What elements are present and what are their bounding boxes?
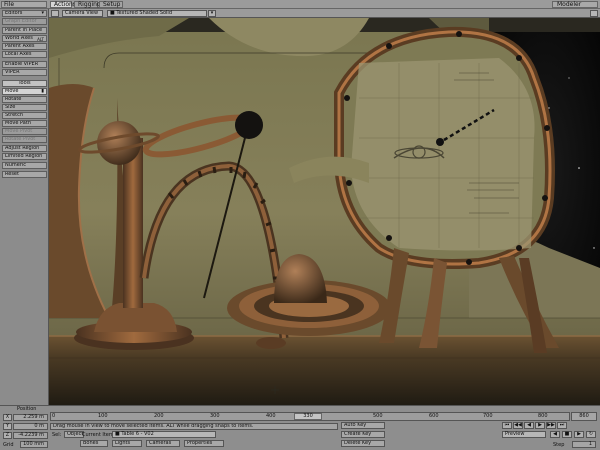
tools-header: Tools [2, 80, 47, 87]
parent-axes-button[interactable]: Parent Axes [2, 43, 47, 50]
cameras-mode-button[interactable]: Cameras [146, 440, 180, 447]
render-style-label: Textured Shaded Solid [116, 10, 172, 16]
rotate-pivot-button[interactable]: Rotate Pivot [2, 136, 47, 143]
step-label: Step [553, 442, 565, 448]
delete-key-button[interactable]: Delete Key [341, 440, 385, 447]
timeline-tick: 500 [373, 413, 383, 419]
move-pivot-button[interactable]: Move Pivot [2, 128, 47, 135]
timeline-tick: 700 [483, 413, 493, 419]
current-item-label: Current Item [82, 432, 114, 438]
current-item-value: Table 6 - V02 [121, 431, 154, 437]
timeline-tick: 800 [538, 413, 548, 419]
previous-key-icon[interactable]: ◀◀ [513, 422, 523, 429]
top-bar: File Actions Rigging Setup Modeler [0, 0, 600, 9]
local-axes-button[interactable]: Local Axes [2, 51, 47, 58]
selection-label: Sel: [52, 432, 62, 438]
move-tool-button[interactable]: Move ▮ [2, 88, 47, 95]
parent-in-place-button[interactable]: Parent in Place [2, 27, 47, 34]
play-reverse-icon[interactable]: ◀ [550, 431, 560, 438]
current-item-select[interactable]: ■ Table 6 - V02 [112, 431, 216, 438]
timeline-tick: 300 [210, 413, 220, 419]
timeline-tick: 400 [266, 413, 276, 419]
move-label: Move [5, 88, 19, 94]
timeline-tick: 100 [98, 413, 108, 419]
last-frame-icon[interactable]: ⏭ [557, 422, 567, 429]
y-axis-toggle[interactable]: Y [3, 423, 12, 430]
world-axes-label: World Axes [5, 35, 33, 41]
tab-actions[interactable]: Actions [50, 1, 76, 8]
move-path-button[interactable]: Move Path [2, 120, 47, 127]
camera-viewport[interactable] [49, 18, 600, 407]
modeler-button[interactable]: Modeler [552, 1, 598, 8]
rotate-tool-button[interactable]: Rotate [2, 96, 47, 103]
x-position-field[interactable]: 2.259 m [13, 414, 48, 421]
file-menu[interactable]: File [1, 1, 47, 8]
next-key-icon[interactable]: ▶▶ [546, 422, 556, 429]
z-axis-toggle[interactable]: Z [3, 432, 12, 439]
create-key-button[interactable]: Create Key [341, 431, 385, 438]
view-type-select[interactable]: Camera View [62, 10, 103, 17]
tab-rigging[interactable]: Rigging [74, 1, 101, 8]
reset-button[interactable]: Reset [2, 171, 47, 178]
tab-setup[interactable]: Setup [99, 1, 123, 8]
bones-mode-button[interactable]: Bones [80, 440, 108, 447]
position-label: Position [17, 406, 37, 412]
limited-region-button[interactable]: Limited Region [2, 153, 47, 160]
auto-key-button[interactable]: Auto Key [341, 422, 385, 429]
editors-menu[interactable]: Editors ▾ [2, 10, 47, 17]
viper-button[interactable]: VIPER [2, 69, 47, 76]
chevron-down-icon: ▾ [41, 10, 44, 16]
y-position-field[interactable]: 0 m [13, 423, 48, 430]
timeline-tick: 0 [52, 413, 56, 419]
help-message: Drag mouse in view to move selected item… [50, 423, 338, 430]
z-position-field[interactable]: -4.2239 m [13, 432, 48, 439]
world-axes-shortcut: ALT [37, 37, 44, 42]
numeric-button[interactable]: Numeric [2, 162, 47, 169]
grid-label: Grid [3, 442, 14, 448]
first-frame-icon[interactable]: ⏮ [502, 422, 512, 429]
render-style-select[interactable]: ■ Textured Shaded Solid [107, 10, 207, 17]
editors-label: Editors [5, 10, 23, 16]
loop-icon[interactable]: ↻ [586, 431, 596, 438]
play-icon[interactable]: ▶ [574, 431, 584, 438]
preview-select[interactable]: Preview [502, 431, 546, 438]
left-toolbar: Editors ▾ Graph Editor Parent in Place Wo… [0, 9, 49, 405]
size-tool-button[interactable]: Size [2, 104, 47, 111]
step-back-icon[interactable]: ◀ [524, 422, 534, 429]
lights-mode-button[interactable]: Lights [112, 440, 142, 447]
current-frame-slider[interactable]: 330 [294, 413, 322, 420]
stop-icon[interactable]: ■ [562, 431, 572, 438]
viewport-header: Camera View ■ Textured Shaded Solid ▾ [49, 9, 600, 18]
bottom-panel: Position X 2.259 m Y 0 m Z -4.2239 m Gri… [0, 405, 600, 450]
stretch-tool-button[interactable]: Stretch [2, 112, 47, 119]
grid-size-field[interactable]: 100 mm [20, 441, 48, 448]
enable-viper-button[interactable]: Enable VIPER [2, 61, 47, 68]
objects-mode-button[interactable]: Objects [64, 431, 84, 438]
timeline-tick: 200 [154, 413, 164, 419]
step-forward-icon[interactable]: ▶ [535, 422, 545, 429]
adjust-region-button[interactable]: Adjust Region [2, 145, 47, 152]
x-axis-toggle[interactable]: X [3, 414, 12, 421]
properties-button[interactable]: Properties [184, 440, 224, 447]
end-frame-field[interactable]: 860 [571, 412, 597, 421]
maximize-viewport-icon[interactable] [590, 10, 598, 17]
graph-editor-button[interactable]: Graph Editor [2, 18, 47, 25]
tool-marker-icon: ▮ [41, 88, 44, 94]
timeline-tick: 600 [429, 413, 439, 419]
viewport-move-handle[interactable] [51, 10, 59, 17]
world-axes-button[interactable]: World Axes ALT [2, 35, 47, 42]
viewport-options-icon[interactable]: ▾ [208, 10, 216, 17]
timeline[interactable]: 0 100 200 300 400 500 600 700 800 330 [50, 412, 570, 421]
scene-render [49, 18, 600, 407]
step-field[interactable]: 1 [572, 441, 596, 448]
